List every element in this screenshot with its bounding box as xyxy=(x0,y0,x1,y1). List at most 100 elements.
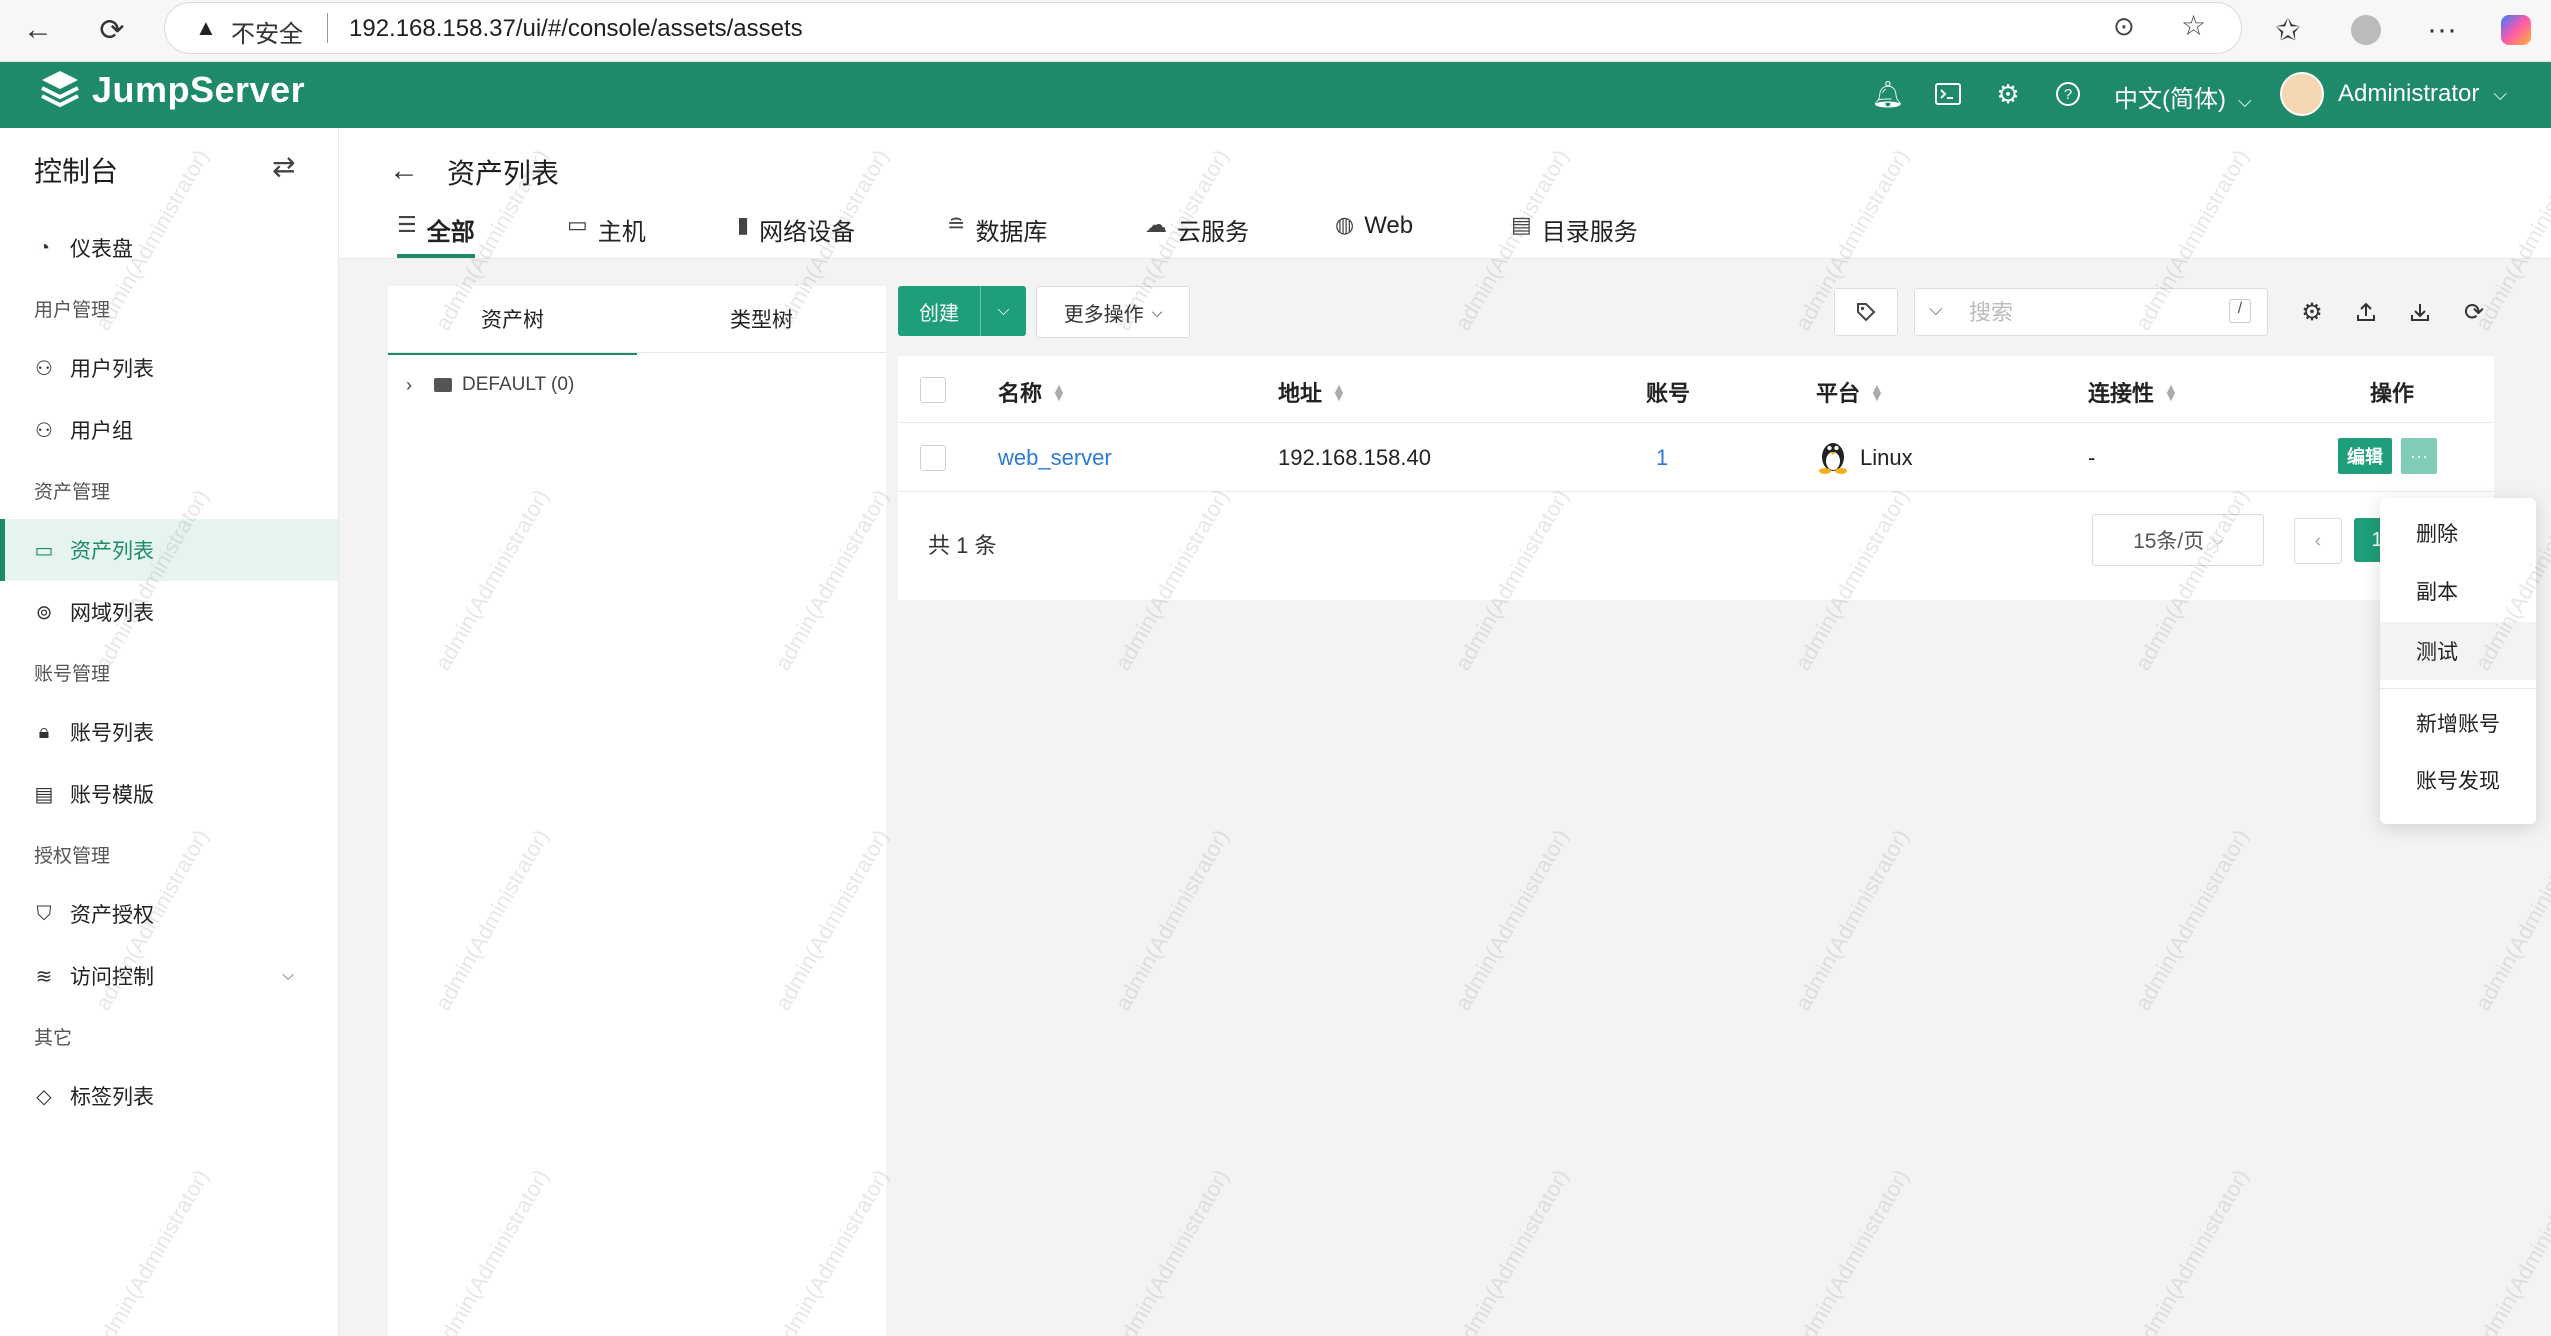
column-connectivity[interactable]: 连接性 ▲ ▼ xyxy=(2088,376,2178,408)
language-selector[interactable]: 中文(简体) ⌵ xyxy=(2114,79,2252,114)
sidebar-item-label: 访问控制 xyxy=(70,966,154,989)
account-count-link[interactable]: 1 xyxy=(1656,445,1668,471)
sidebar-item[interactable]: ▭ 资产列表 xyxy=(0,519,338,581)
sort-icon[interactable]: ▲ ▼ xyxy=(1332,381,1346,403)
svg-text:?: ? xyxy=(2064,86,2072,103)
address-bar[interactable]: ▲ 不安全 192.168.158.37/ui/#/console/assets… xyxy=(164,2,2242,54)
total-count: 共 1 条 xyxy=(928,533,997,558)
tab-category[interactable]: ☁ 云服务 xyxy=(1145,212,1249,256)
browser-menu-icon[interactable]: ··· xyxy=(2420,8,2464,52)
watermark-text: admin(Administrator) xyxy=(1790,825,1914,1015)
tab-label: 主机 xyxy=(597,219,646,246)
chevron-down-icon[interactable]: ⌵ xyxy=(980,286,1026,336)
gear-icon[interactable]: ⚙ xyxy=(1990,76,2026,112)
folder-icon xyxy=(434,378,452,392)
refresh-icon[interactable]: ⟳ xyxy=(2458,296,2490,328)
tab-label: 网络设备 xyxy=(759,219,856,246)
sidebar-item[interactable]: ▤ 账号模版 xyxy=(0,763,338,825)
menu-item-discover-accounts[interactable]: 账号发现 xyxy=(2380,751,2536,809)
page-size-select[interactable]: 15条/页 ⌵ xyxy=(2092,514,2264,566)
download-icon[interactable] xyxy=(2404,296,2436,328)
upload-icon[interactable] xyxy=(2350,296,2382,328)
settings-icon[interactable]: ⚙ xyxy=(2296,296,2328,328)
url-text[interactable]: 192.168.158.37/ui/#/console/assets/asset… xyxy=(349,15,803,43)
sidebar-item[interactable]: 🔒︎ 账号列表 xyxy=(0,701,338,763)
user-menu[interactable]: Administrator ⌵ xyxy=(2280,72,2507,116)
favorite-star-icon[interactable]: ☆ xyxy=(2181,9,2206,42)
terminal-icon[interactable] xyxy=(1930,76,1966,112)
help-icon[interactable]: ? xyxy=(2050,76,2086,112)
sidebar-item-label: 用户组 xyxy=(70,420,133,443)
select-all-checkbox[interactable] xyxy=(920,377,946,403)
sort-icon[interactable]: ▲ ▼ xyxy=(2164,381,2178,403)
back-arrow-icon[interactable]: ← xyxy=(389,154,419,188)
menu-item-delete[interactable]: 删除 xyxy=(2380,504,2536,562)
menu-item-duplicate[interactable]: 副本 xyxy=(2380,562,2536,620)
column-actions: 操作 xyxy=(2370,381,2415,406)
tag-filter-button[interactable] xyxy=(1834,288,1898,336)
tab-category[interactable]: ▤ 目录服务 xyxy=(1511,212,1638,256)
divider xyxy=(327,13,328,43)
chevron-down-icon[interactable]: ⌵ xyxy=(1929,299,1943,320)
chevron-down-icon[interactable]: ⌵ xyxy=(282,967,294,985)
sidebar-item[interactable]: ⊚ 网域列表 xyxy=(0,581,338,643)
row-checkbox[interactable] xyxy=(920,445,946,471)
tree-node-default[interactable]: › DEFAULT (0) xyxy=(406,374,574,396)
tab-label: Web xyxy=(1364,212,1414,239)
tab-category[interactable]: ◍ Web xyxy=(1335,212,1413,256)
tab-category[interactable]: ▭ 主机 xyxy=(567,212,646,256)
language-label: 中文(简体) xyxy=(2114,86,2226,113)
edit-button[interactable]: 编辑 xyxy=(2338,438,2392,474)
security-label: 不安全 xyxy=(231,21,303,48)
menu-item-add-account[interactable]: 新增账号 xyxy=(2380,694,2536,752)
tab-category[interactable]: ☰ 全部 xyxy=(397,212,475,258)
column-address[interactable]: 地址 ▲ ▼ xyxy=(1278,376,1346,408)
asset-name-link[interactable]: web_server xyxy=(998,445,1112,471)
tab-asset-tree[interactable]: 资产树 xyxy=(388,286,637,355)
bell-icon[interactable]: 🔔︎ xyxy=(1870,76,1906,112)
chevron-right-icon[interactable]: › xyxy=(406,375,412,396)
dashboard-icon: ◔ xyxy=(37,236,51,259)
more-actions-button[interactable]: 更多操作 ⌵ xyxy=(1036,286,1190,338)
sidebar-item[interactable]: ⚇ 用户组 xyxy=(0,399,338,461)
more-tools-icon[interactable]: ⊙ xyxy=(2113,11,2135,42)
table-row: web_server 192.168.158.40 1 Linux - 编辑 ·… xyxy=(898,423,2494,492)
reload-icon[interactable]: ⟳ xyxy=(90,8,134,52)
watermark-text: admin(Administrator) xyxy=(2130,825,2254,1015)
create-button[interactable]: 创建 ⌵ xyxy=(898,286,1026,336)
search-input[interactable] xyxy=(1967,297,2211,329)
sidebar-item[interactable]: ◇ 标签列表 xyxy=(0,1065,338,1127)
user-name: Administrator xyxy=(2338,80,2480,107)
menu-item-test[interactable]: 测试 xyxy=(2380,622,2536,680)
directory-icon: ▤ xyxy=(1511,212,1532,237)
sort-icon[interactable]: ▲ ▼ xyxy=(1052,381,1066,403)
tab-label: 数据库 xyxy=(975,219,1048,246)
sidebar-item-label: 账号模版 xyxy=(70,784,154,807)
tab-type-tree[interactable]: 类型树 xyxy=(637,286,886,352)
sidebar-item[interactable]: ⚇ 用户列表 xyxy=(0,337,338,399)
tab-category[interactable]: ≘ 数据库 xyxy=(947,212,1047,256)
favorites-icon[interactable]: ✩ xyxy=(2266,8,2310,52)
sidebar-item[interactable]: ⛉ 资产授权 xyxy=(0,883,338,945)
profile-icon[interactable] xyxy=(2344,8,2388,52)
brand-logo[interactable]: JumpServer xyxy=(38,68,305,112)
search-box: ⌵ / xyxy=(1914,288,2268,336)
sidebar-item[interactable]: ◔ 仪表盘 xyxy=(0,217,338,279)
list-icon: ☰ xyxy=(397,212,417,237)
sidebar-title: 控制台 xyxy=(34,156,119,187)
switch-view-icon[interactable]: ⇄ xyxy=(272,150,295,183)
sort-icon[interactable]: ▲ ▼ xyxy=(1870,381,1884,403)
watermark-text: admin(Administrator) xyxy=(2130,1165,2254,1336)
sidebar-item-label: 账号列表 xyxy=(70,722,154,745)
prev-page-button[interactable]: ‹ xyxy=(2294,518,2342,564)
sidebar-item-label: 仪表盘 xyxy=(70,238,133,261)
copilot-icon[interactable] xyxy=(2494,8,2538,52)
tab-category[interactable]: ▮ 网络设备 xyxy=(737,212,855,256)
back-icon[interactable]: ← xyxy=(16,8,60,52)
sidebar-item[interactable]: ≋ 访问控制 ⌵ xyxy=(0,945,338,1007)
more-options-button[interactable]: ··· xyxy=(2401,438,2437,474)
column-name[interactable]: 名称 ▲ ▼ xyxy=(998,376,1066,408)
column-platform[interactable]: 平台 ▲ ▼ xyxy=(1816,376,1884,408)
network-device-icon: ▮ xyxy=(737,212,750,237)
globe-icon: ◍ xyxy=(1335,212,1355,237)
